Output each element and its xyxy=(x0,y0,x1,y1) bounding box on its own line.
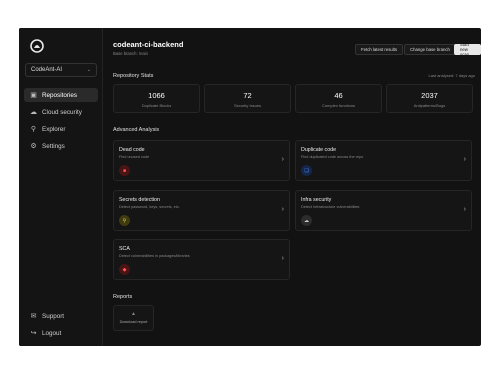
sidebar-item-settings[interactable]: ⚙ Settings xyxy=(24,139,98,153)
logout-icon: ↪ xyxy=(30,330,37,337)
fetch-results-button[interactable]: Fetch latest results xyxy=(355,44,404,55)
chevron-right-icon: › xyxy=(281,206,284,213)
chevron-down-icon: ⌄ xyxy=(86,67,91,73)
sidebar-item-label: Settings xyxy=(42,142,65,150)
stat-value: 2037 xyxy=(421,91,438,100)
chevron-right-icon: › xyxy=(281,156,284,163)
card-duplicate-code[interactable]: Duplicate code Find duplicated code acro… xyxy=(295,140,472,181)
analysis-section-title: Advanced Analysis xyxy=(113,127,160,133)
card-infra-security[interactable]: Infra security Detect Infrastructure vul… xyxy=(295,190,472,231)
reports-section-title: Reports xyxy=(113,294,133,300)
cloud-icon: ☁ xyxy=(30,109,37,116)
sidebar-item-label: Support xyxy=(42,312,65,320)
main-content: codeant-ci-backend Base branch: main Fet… xyxy=(104,28,481,346)
card-title: Infra security xyxy=(301,197,332,203)
chevron-right-icon: › xyxy=(463,206,466,213)
stat-label: Antipatterns/Bugs xyxy=(413,103,446,108)
card-title: Secrets detection xyxy=(119,197,160,203)
gear-icon: ⚙ xyxy=(30,143,37,150)
sidebar-item-explorer[interactable]: ⚲ Explorer xyxy=(24,122,98,136)
sidebar-item-repositories[interactable]: ▣ Repositories xyxy=(24,88,98,102)
trash-icon: ■ xyxy=(119,165,130,176)
download-report-label: Download report xyxy=(119,320,148,324)
sidebar-bottom: ✉ Support ↪ Logout xyxy=(24,309,98,343)
stat-label: Security Issues xyxy=(233,103,262,108)
shield-icon: ◆ xyxy=(119,264,130,275)
download-report-button[interactable]: ▲ Download report xyxy=(113,305,154,331)
card-sca[interactable]: SCA Detect vulnerabilities in packages/l… xyxy=(113,239,290,280)
base-branch-label: Base branch: main xyxy=(113,51,148,56)
app-window: CodeAnt-AI ⌄ ▣ Repositories ☁ Cloud secu… xyxy=(19,28,481,346)
sidebar-item-support[interactable]: ✉ Support xyxy=(24,309,98,323)
card-title: Duplicate code xyxy=(301,147,337,153)
card-description: Detect Infrastructure vulnerabilities xyxy=(301,205,360,209)
sidebar: CodeAnt-AI ⌄ ▣ Repositories ☁ Cloud secu… xyxy=(19,28,103,346)
stat-card-complex-functions[interactable]: 46 Complex functions xyxy=(295,84,382,113)
chevron-right-icon: › xyxy=(463,156,466,163)
stat-label: Complex functions xyxy=(322,103,355,108)
chevron-right-icon: › xyxy=(281,255,284,262)
card-description: Find duplicated code across the repo xyxy=(301,155,364,159)
sidebar-item-logout[interactable]: ↪ Logout xyxy=(24,326,98,340)
card-description: Find unused code xyxy=(119,155,150,159)
change-branch-button[interactable]: Change base branch xyxy=(404,44,456,55)
org-name: CodeAnt-AI xyxy=(31,67,63,73)
support-icon: ✉ xyxy=(30,313,37,320)
sidebar-nav: ▣ Repositories ☁ Cloud security ⚲ Explor… xyxy=(24,88,98,156)
org-selector[interactable]: CodeAnt-AI ⌄ xyxy=(25,63,97,77)
card-title: SCA xyxy=(119,246,130,252)
card-description: Detect vulnerabilities in packages/libra… xyxy=(119,254,190,258)
stat-label: Duplicate Blocks xyxy=(141,103,172,108)
card-dead-code[interactable]: Dead code Find unused code ■ › xyxy=(113,140,290,181)
key-icon: ⚲ xyxy=(119,215,130,226)
sidebar-item-label: Logout xyxy=(42,329,62,337)
stat-card-duplicate-blocks[interactable]: 1066 Duplicate Blocks xyxy=(113,84,200,113)
last-analysed-label: Last analysed: 7 days ago xyxy=(428,73,475,78)
stat-value: 46 xyxy=(334,91,343,100)
stat-card-antipatterns[interactable]: 2037 Antipatterns/Bugs xyxy=(386,84,473,113)
sidebar-item-label: Explorer xyxy=(42,125,66,133)
copy-icon: ❏ xyxy=(301,165,312,176)
sidebar-item-cloud-security[interactable]: ☁ Cloud security xyxy=(24,105,98,119)
download-icon: ▲ xyxy=(131,311,136,317)
stat-value: 72 xyxy=(243,91,252,100)
search-icon: ⚲ xyxy=(30,126,37,133)
stat-value: 1066 xyxy=(148,91,165,100)
start-scan-button[interactable]: Start new scan xyxy=(454,42,481,57)
codeant-logo-icon[interactable] xyxy=(29,38,45,54)
repo-icon: ▣ xyxy=(30,92,37,99)
sidebar-item-label: Repositories xyxy=(42,91,77,99)
stat-card-security-issues[interactable]: 72 Security Issues xyxy=(204,84,291,113)
card-description: Detect password, keys, secrets, etc. xyxy=(119,205,180,209)
stats-section-title: Repository Stats xyxy=(113,73,154,79)
card-secrets-detection[interactable]: Secrets detection Detect password, keys,… xyxy=(113,190,290,231)
card-title: Dead code xyxy=(119,147,145,153)
sidebar-item-label: Cloud security xyxy=(42,108,82,116)
cloud-icon: ☁ xyxy=(301,215,312,226)
page-title: codeant-ci-backend xyxy=(113,40,184,49)
